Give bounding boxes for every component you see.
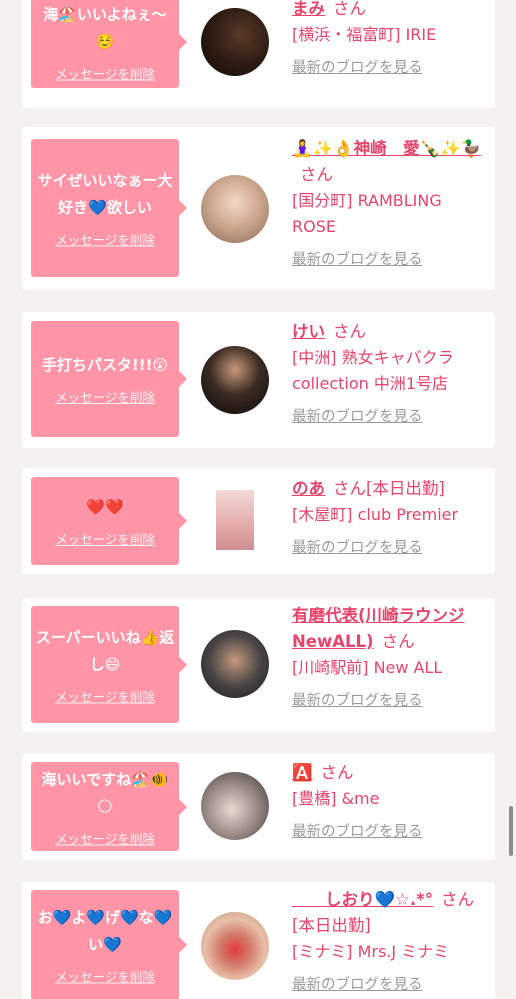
message-card: 海いいですね🏖️🐠🌕 メッセージを削除 🅰️ さん [豊橋] &me 最新のブログ… bbox=[22, 753, 495, 860]
message-bubble: 海🏖️いいよねぇ〜☺️ メッセージを削除 bbox=[31, 0, 187, 88]
delete-message-link[interactable]: メッセージを削除 bbox=[31, 64, 179, 83]
name-line: のあ さん[本日出勤] bbox=[292, 476, 487, 502]
honorific: さん bbox=[320, 763, 354, 782]
avatar[interactable] bbox=[201, 630, 269, 698]
message-text: スーパーいいね👍返し😄 bbox=[35, 628, 175, 673]
sender-info: 🧘‍♀️✨👌神崎 愛🍾✨🦆 さん [国分町] RAMBLING ROSE 最新のブ… bbox=[292, 136, 487, 269]
avatar[interactable] bbox=[201, 772, 269, 840]
delete-message-link[interactable]: メッセージを削除 bbox=[31, 686, 179, 705]
delete-message-link[interactable]: メッセージを削除 bbox=[31, 387, 179, 406]
latest-blog-link[interactable]: 最新のブログを見る bbox=[292, 405, 487, 426]
avatar[interactable] bbox=[201, 175, 269, 243]
honorific: さん bbox=[381, 632, 415, 651]
latest-blog-link[interactable]: 最新のブログを見る bbox=[292, 248, 487, 269]
avatar[interactable] bbox=[201, 912, 269, 980]
avatar[interactable] bbox=[201, 346, 269, 414]
delete-message-link[interactable]: メッセージを削除 bbox=[31, 828, 179, 847]
name-line: しおり💙☆.*° さん[本日出勤] bbox=[292, 887, 487, 939]
sender-name-link[interactable]: 🧘‍♀️✨👌神崎 愛🍾✨🦆 bbox=[292, 139, 481, 158]
message-text: 海🏖️いいよねぇ〜☺️ bbox=[43, 5, 167, 51]
message-card: お💙よ💙げ💙な💙い💙 メッセージを削除 しおり💙☆.*° さん[本日出勤] [ミナ… bbox=[22, 882, 495, 999]
shop-name: [横浜・福富町] IRIE bbox=[292, 25, 437, 44]
message-bubble: スーパーいいね👍返し😄 メッセージを削除 bbox=[31, 606, 187, 723]
sender-name-link[interactable]: けい bbox=[292, 322, 325, 341]
scrollbar[interactable] bbox=[509, 806, 513, 856]
message-bubble: 海いいですね🏖️🐠🌕 メッセージを削除 bbox=[31, 762, 187, 851]
message-text: 海いいですね🏖️🐠🌕 bbox=[41, 770, 169, 815]
name-line: けい さん bbox=[292, 319, 487, 345]
honorific: さん bbox=[300, 165, 333, 184]
shop-name: [国分町] RAMBLING ROSE bbox=[292, 191, 442, 236]
message-card: スーパーいいね👍返し😄 メッセージを削除 有磨代表(川崎ラウンジNewALL) さ… bbox=[22, 598, 495, 732]
bubble-content: お💙よ💙げ💙な💙い💙 メッセージを削除 bbox=[31, 905, 179, 986]
latest-blog-link[interactable]: 最新のブログを見る bbox=[292, 820, 487, 841]
honorific: さん bbox=[333, 322, 366, 341]
sender-info: 有磨代表(川崎ラウンジNewALL) さん [川崎駅前] New ALL 最新のブ… bbox=[292, 603, 487, 710]
message-card: 手打ちパスタ!!!😲 メッセージを削除 けい さん [中洲] 熟女キャバクラ co… bbox=[22, 312, 495, 448]
sender-info: しおり💙☆.*° さん[本日出勤] [ミナミ] Mrs.J ミナミ 最新のブログを… bbox=[292, 887, 487, 994]
delete-message-link[interactable]: メッセージを削除 bbox=[31, 529, 179, 548]
avatar[interactable] bbox=[201, 8, 269, 76]
latest-blog-link[interactable]: 最新のブログを見る bbox=[292, 973, 487, 994]
name-line: 🅰️ さん bbox=[292, 760, 487, 786]
message-bubble: ❤️❤️ メッセージを削除 bbox=[31, 477, 187, 565]
message-card: 海🏖️いいよねぇ〜☺️ メッセージを削除 まみ さん [横浜・福富町] IRIE … bbox=[22, 0, 495, 108]
message-list: 海🏖️いいよねぇ〜☺️ メッセージを削除 まみ さん [横浜・福富町] IRIE … bbox=[0, 0, 516, 999]
shop-name: [豊橋] &me bbox=[292, 789, 380, 808]
latest-blog-link[interactable]: 最新のブログを見る bbox=[292, 689, 487, 710]
message-bubble: お💙よ💙げ💙な💙い💙 メッセージを削除 bbox=[31, 890, 187, 999]
shop-name: [川崎駅前] New ALL bbox=[292, 658, 443, 677]
bubble-content: 海いいですね🏖️🐠🌕 メッセージを削除 bbox=[31, 766, 179, 847]
message-card: サイぜいいなぁー大好き💙欲しい メッセージを削除 🧘‍♀️✨👌神崎 愛🍾✨🦆 さん… bbox=[22, 127, 495, 290]
name-line: 有磨代表(川崎ラウンジNewALL) さん bbox=[292, 603, 487, 655]
bubble-content: ❤️❤️ メッセージを削除 bbox=[31, 494, 179, 548]
bubble-content: 海🏖️いいよねぇ〜☺️ メッセージを削除 bbox=[31, 2, 179, 83]
sender-info: のあ さん[本日出勤] [木屋町] club Premier 最新のブログを見る bbox=[292, 476, 487, 557]
message-bubble: サイぜいいなぁー大好き💙欲しい メッセージを削除 bbox=[31, 139, 187, 277]
sender-name-link[interactable]: 🅰️ bbox=[292, 763, 313, 782]
sender-name-link[interactable]: のあ bbox=[292, 479, 325, 498]
message-text: お💙よ💙げ💙な💙い💙 bbox=[37, 908, 173, 954]
latest-blog-link[interactable]: 最新のブログを見る bbox=[292, 536, 487, 557]
shop-name: [木屋町] club Premier bbox=[292, 505, 459, 524]
latest-blog-link[interactable]: 最新のブログを見る bbox=[292, 56, 487, 77]
sender-name-link[interactable]: しおり💙☆.*° bbox=[292, 890, 433, 909]
name-line: 🧘‍♀️✨👌神崎 愛🍾✨🦆 さん bbox=[292, 136, 487, 188]
sender-info: けい さん [中洲] 熟女キャバクラ collection 中洲1号店 最新のブロ… bbox=[292, 319, 487, 426]
sender-name-link[interactable]: まみ bbox=[292, 0, 325, 18]
honorific: さん bbox=[333, 0, 366, 18]
message-text: サイぜいいなぁー大好き💙欲しい bbox=[37, 171, 173, 217]
bubble-content: スーパーいいね👍返し😄 メッセージを削除 bbox=[31, 624, 179, 705]
delete-message-link[interactable]: メッセージを削除 bbox=[31, 230, 179, 249]
bubble-content: サイぜいいなぁー大好き💙欲しい メッセージを削除 bbox=[31, 168, 179, 249]
message-text: ❤️❤️ bbox=[86, 498, 124, 516]
message-text: 手打ちパスタ!!!😲 bbox=[41, 356, 169, 374]
name-line: まみ さん bbox=[292, 0, 487, 22]
message-card: ❤️❤️ メッセージを削除 のあ さん[本日出勤] [木屋町] club Prem… bbox=[22, 468, 495, 574]
sender-info: 🅰️ さん [豊橋] &me 最新のブログを見る bbox=[292, 760, 487, 841]
sender-info: まみ さん [横浜・福富町] IRIE 最新のブログを見る bbox=[292, 0, 487, 77]
delete-message-link[interactable]: メッセージを削除 bbox=[31, 967, 179, 986]
sender-name-link[interactable]: 有磨代表(川崎ラウンジNewALL) bbox=[292, 606, 465, 651]
bubble-content: 手打ちパスタ!!!😲 メッセージを削除 bbox=[31, 352, 179, 406]
avatar[interactable] bbox=[216, 490, 254, 550]
shop-name: [中洲] 熟女キャバクラ collection 中洲1号店 bbox=[292, 348, 454, 393]
honorific: さん[本日出勤] bbox=[333, 479, 445, 498]
shop-name: [ミナミ] Mrs.J ミナミ bbox=[292, 942, 450, 961]
message-bubble: 手打ちパスタ!!!😲 メッセージを削除 bbox=[31, 321, 187, 437]
